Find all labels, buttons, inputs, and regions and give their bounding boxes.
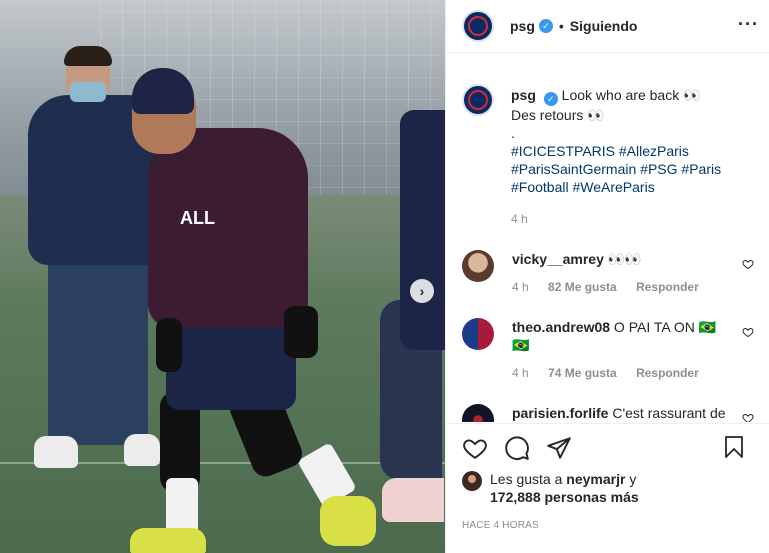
comment-likes-count[interactable]: 74 Me gusta xyxy=(548,366,617,380)
likes-count-link[interactable]: 172,888 personas más xyxy=(490,489,639,505)
hashtag-link[interactable]: #PSG xyxy=(640,161,677,177)
right-figure-body xyxy=(400,110,445,350)
more-options-icon[interactable]: ··· xyxy=(738,15,759,33)
staff-figure-shoe xyxy=(124,434,160,466)
like-heart-icon[interactable] xyxy=(462,435,488,461)
post-timestamp[interactable]: HACE 4 HORAS xyxy=(446,520,769,531)
hashtag-link[interactable]: #Football xyxy=(511,179,569,195)
post-author-username[interactable]: psg xyxy=(510,18,535,34)
post-side-panel: psg ✓ • Siguiendo ··· psg ✓ Look who are… xyxy=(445,0,769,553)
reply-button[interactable]: Responder xyxy=(636,280,699,294)
staff-figure-legs xyxy=(48,255,148,445)
post-caption: psg ✓ Look who are back 👀 Des retours 👀 … xyxy=(462,70,754,228)
shirt-sponsor-logo: ALL xyxy=(180,208,215,228)
commenter-avatar[interactable] xyxy=(462,404,494,422)
save-bookmark-icon[interactable] xyxy=(722,434,746,460)
verified-badge-icon: ✓ xyxy=(538,19,553,33)
likes-prefix: Les gusta a xyxy=(490,471,563,487)
likes-connector: y xyxy=(629,471,637,487)
hashtag-link[interactable]: #ICICESTPARIS xyxy=(511,143,615,159)
caption-line: . xyxy=(511,125,515,141)
comment-time[interactable]: 4 h xyxy=(512,366,529,380)
player-glove xyxy=(156,318,182,372)
post-photo[interactable]: ALL › xyxy=(0,0,445,553)
comment-text: 👀👀 xyxy=(607,251,642,267)
comments-list[interactable]: psg ✓ Look who are back 👀 Des retours 👀 … xyxy=(446,70,769,422)
share-paper-plane-icon[interactable] xyxy=(546,435,572,461)
like-comment-heart-icon[interactable] xyxy=(742,326,754,338)
hashtag-link[interactable]: #WeAreParis xyxy=(572,179,654,195)
liker-username[interactable]: neymarjr xyxy=(566,471,625,487)
player-boot xyxy=(320,496,376,546)
psg-avatar[interactable] xyxy=(462,10,494,42)
caption-time[interactable]: 4 h xyxy=(511,210,721,228)
comment-bubble-icon[interactable] xyxy=(504,435,530,461)
player-boot xyxy=(130,528,206,553)
player-glove xyxy=(284,306,318,358)
post-actions: Les gusta a neymarjr y 172,888 personas … xyxy=(446,423,769,553)
comment-meta: 4 h 82 Me gusta Responder xyxy=(512,278,732,296)
comment-item: vicky__amrey 👀👀 4 h 82 Me gusta Responde… xyxy=(462,250,754,296)
liker-avatar[interactable] xyxy=(462,471,482,491)
following-button[interactable]: Siguiendo xyxy=(570,18,638,34)
staff-figure-mask xyxy=(70,82,106,102)
comment-meta: 4 h 74 Me gusta Responder xyxy=(512,364,732,382)
next-photo-button[interactable]: › xyxy=(410,279,434,303)
verified-badge-icon: ✓ xyxy=(543,92,558,106)
hashtag-link[interactable]: #AllezParis xyxy=(619,143,689,159)
header-separator: • xyxy=(558,18,564,34)
like-comment-heart-icon[interactable] xyxy=(742,258,754,270)
right-figure-shoe xyxy=(382,478,444,522)
reply-button[interactable]: Responder xyxy=(636,366,699,380)
comment-username[interactable]: parisien.forlife xyxy=(512,405,608,421)
comment-likes-count[interactable]: 82 Me gusta xyxy=(548,280,617,294)
staff-figure-shoe xyxy=(34,436,78,468)
staff-figure-hair xyxy=(64,46,112,66)
commenter-avatar[interactable] xyxy=(462,318,494,350)
hashtag-link[interactable]: #ParisSaintGermain xyxy=(511,161,636,177)
hashtag-link[interactable]: #Paris xyxy=(681,161,721,177)
likes-summary: Les gusta a neymarjr y 172,888 personas … xyxy=(446,470,769,506)
chevron-right-icon: › xyxy=(419,283,425,299)
comment-username[interactable]: vicky__amrey xyxy=(512,251,604,267)
comment-username[interactable]: theo.andrew08 xyxy=(512,319,610,335)
commenter-avatar[interactable] xyxy=(462,250,494,282)
like-comment-heart-icon[interactable] xyxy=(742,412,754,422)
psg-avatar[interactable] xyxy=(462,84,494,116)
comment-item: theo.andrew08 O PAI TA ON 🇧🇷🇧🇷 4 h 74 Me… xyxy=(462,318,754,382)
caption-line: Des retours 👀 xyxy=(511,107,605,123)
caption-hashtags: #ICICESTPARIS #AllezParis #ParisSaintGer… xyxy=(511,142,721,196)
caption-username[interactable]: psg xyxy=(511,87,536,103)
post-header: psg ✓ • Siguiendo ··· xyxy=(446,0,769,53)
caption-line: Look who are back 👀 xyxy=(561,87,701,103)
player-top xyxy=(148,128,308,328)
comment-time[interactable]: 4 h xyxy=(512,280,529,294)
comment-item: parisien.forlife C'est rassurant de le v… xyxy=(462,404,754,422)
